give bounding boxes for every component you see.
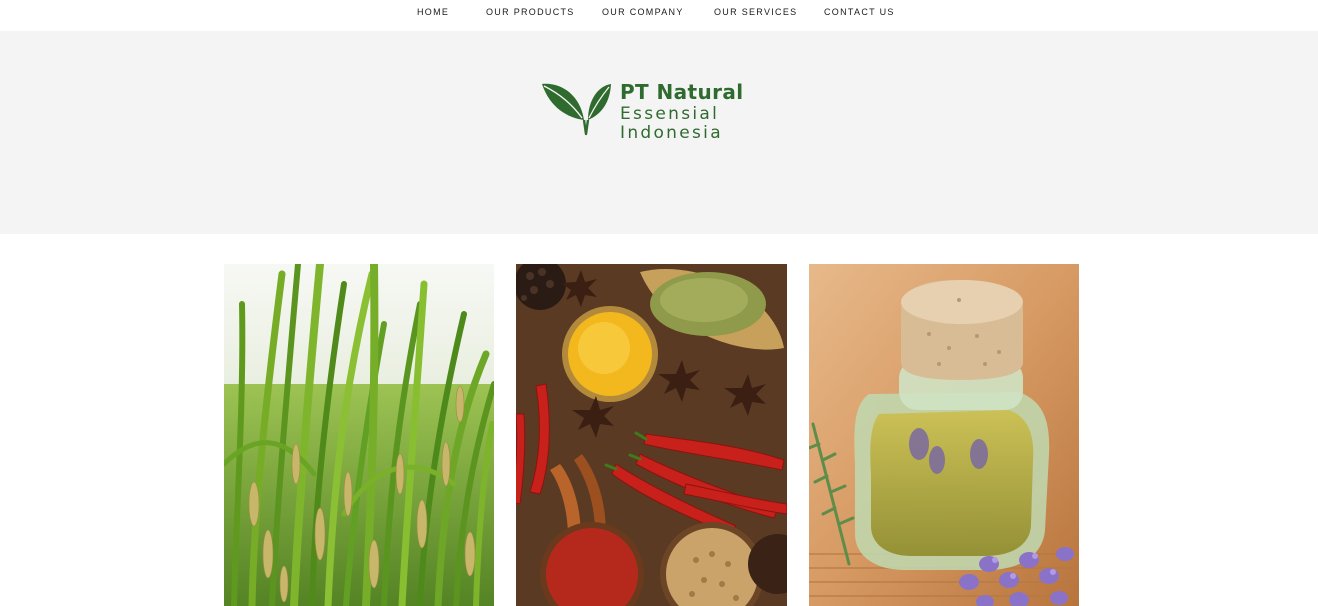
logo-line-two: Essensial [620, 104, 720, 124]
product-tile-spices[interactable] [516, 264, 787, 606]
product-tile-rice[interactable] [224, 264, 494, 606]
site-logo[interactable]: PT Natural Essensial Indonesia [540, 80, 755, 143]
nav-our-products-link[interactable]: OUR PRODUCTS [486, 7, 575, 17]
nav-our-services-link[interactable]: OUR SERVICES [714, 7, 797, 17]
rice-plants-image [224, 264, 494, 606]
spices-image [516, 264, 787, 606]
nav-our-company-link[interactable]: OUR COMPANY [602, 7, 684, 17]
top-navigation: HOME OUR PRODUCTS OUR COMPANY OUR SERVIC… [0, 0, 1318, 31]
essential-oil-image [809, 264, 1079, 606]
logo-company-name: PT Natural [620, 80, 744, 104]
product-tile-essential-oil[interactable] [809, 264, 1079, 606]
nav-contact-us-link[interactable]: CONTACT US [824, 7, 895, 17]
nav-home-link[interactable]: HOME [417, 7, 449, 17]
logo-line-three: Indonesia [620, 123, 723, 143]
leaf-icon [542, 83, 611, 136]
